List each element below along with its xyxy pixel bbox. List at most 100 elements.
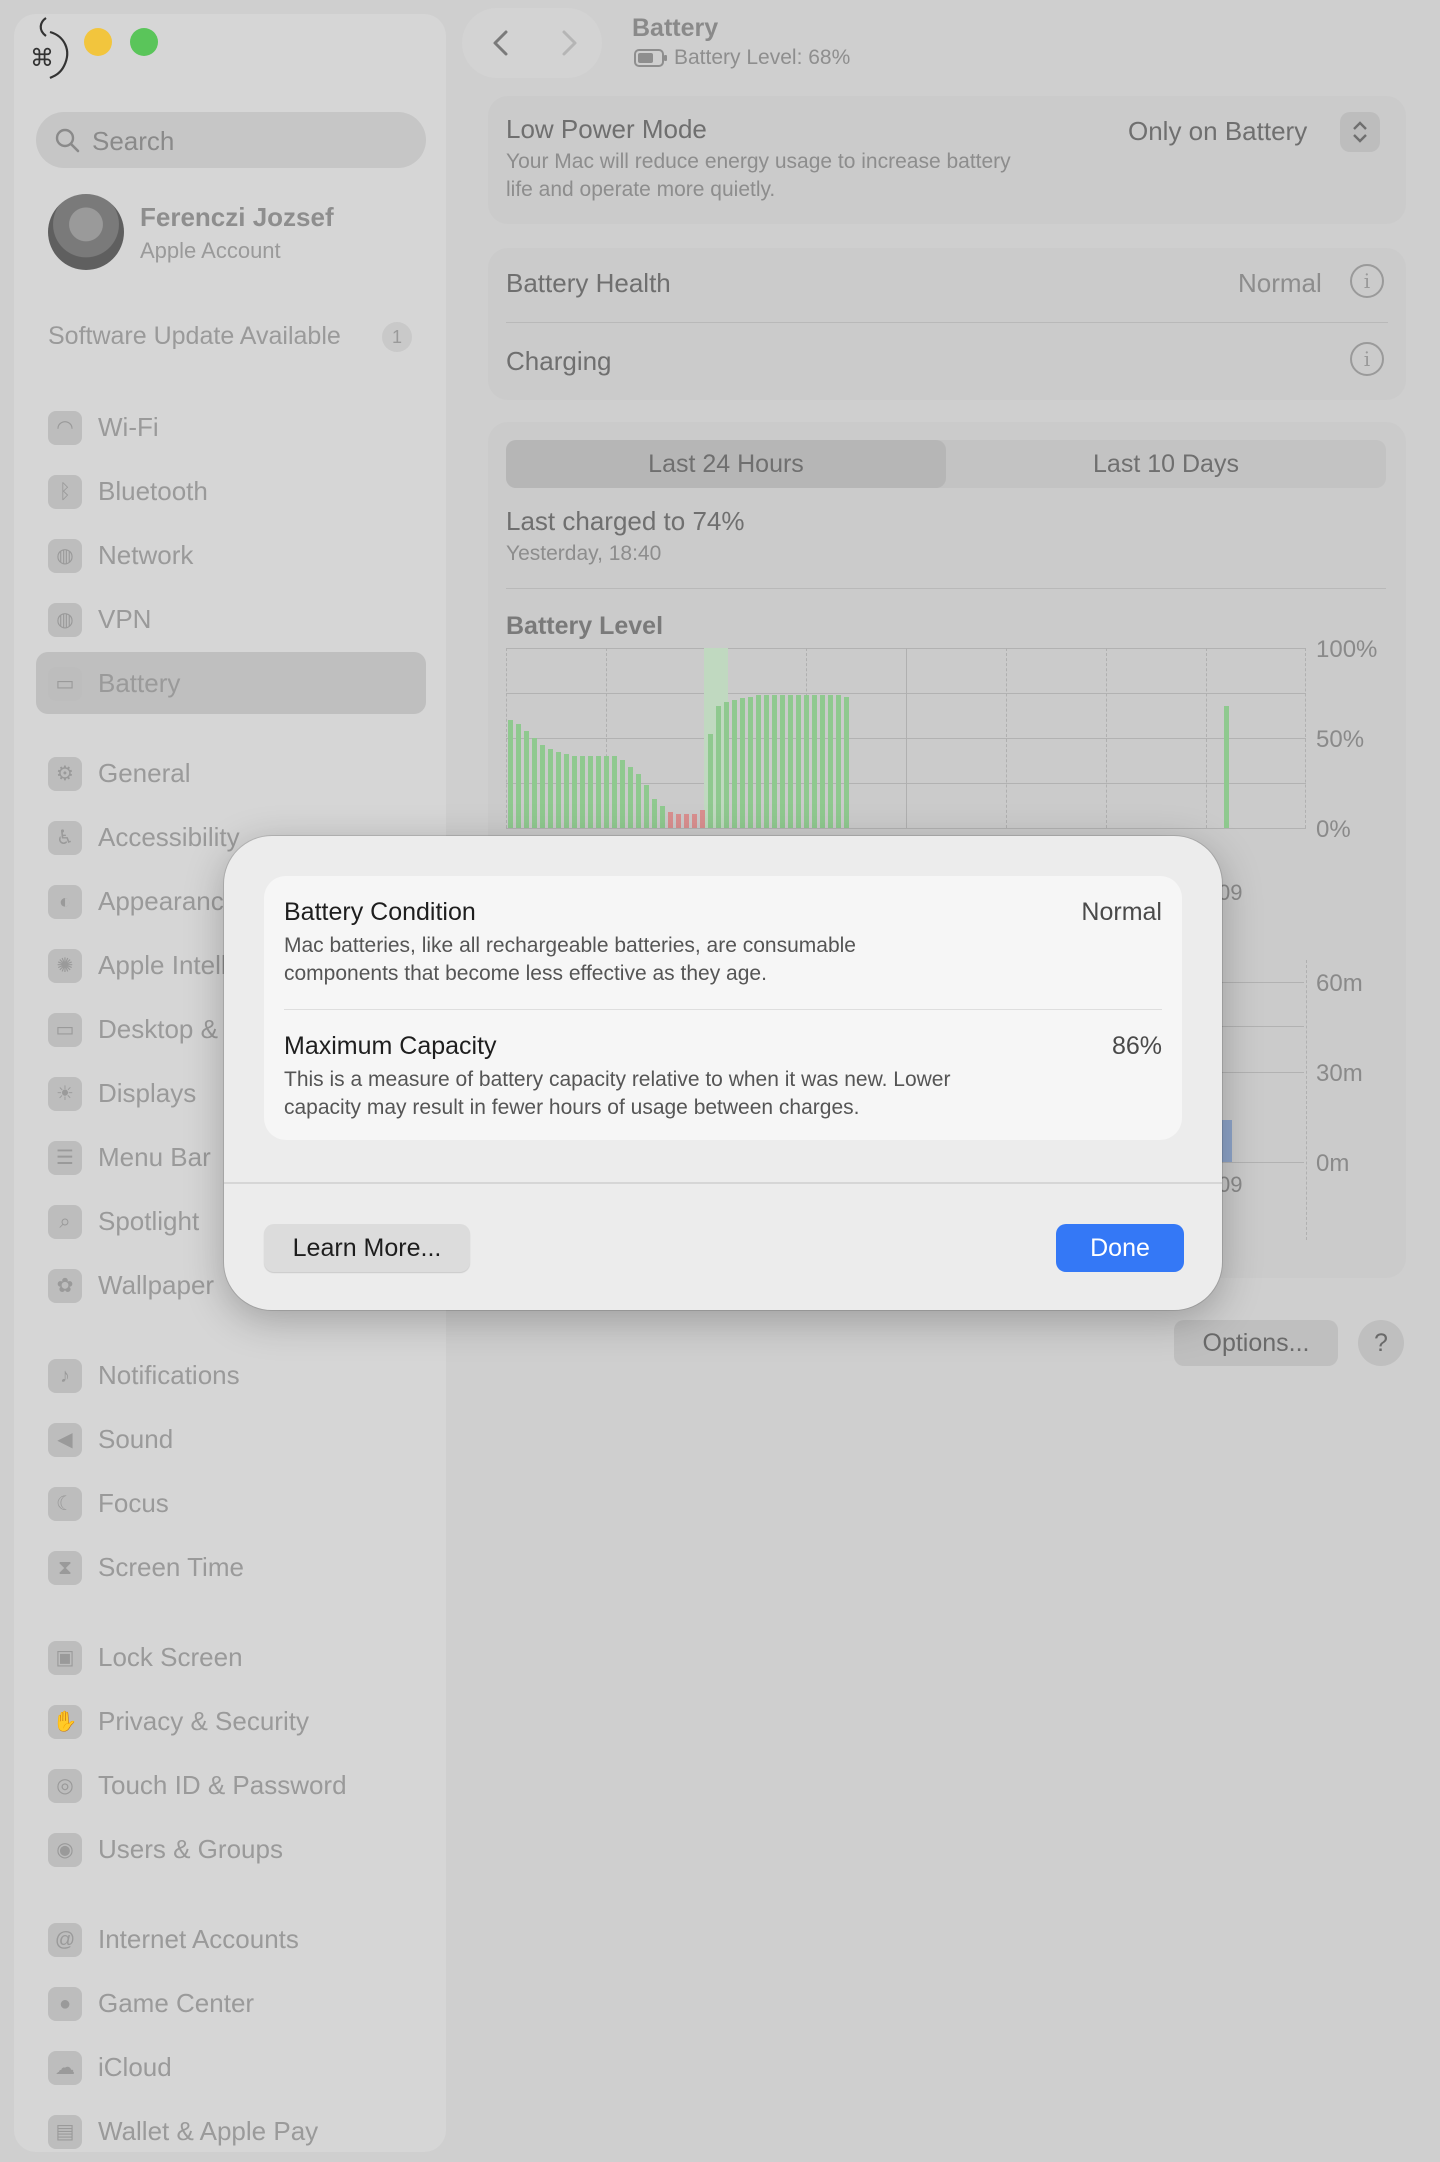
battery-level-bar — [652, 799, 657, 828]
battery-level-bar — [724, 702, 729, 828]
zoom-button[interactable] — [130, 28, 158, 56]
sidebar-item-game-center[interactable]: ● Game Center — [36, 1972, 426, 2034]
app-logo-icon: ⌘ — [30, 17, 69, 79]
page-title: Battery — [632, 14, 719, 42]
sidebar-item-label: Screen Time — [98, 1552, 244, 1582]
battery-level-bar — [1224, 706, 1229, 828]
battery-level-bar — [508, 720, 513, 828]
sidebar-item-lock-screen[interactable]: ▣ Lock Screen — [36, 1626, 426, 1688]
wallpaper-icon: ✿ — [48, 1269, 82, 1303]
gridline — [1006, 648, 1007, 828]
account-name[interactable]: Ferenczi Jozsef — [140, 202, 334, 233]
battery-level-bar — [636, 774, 641, 828]
sidebar-item-label: Menu Bar — [98, 1142, 211, 1172]
low-power-select[interactable]: Only on Battery — [1128, 116, 1307, 147]
battery-condition-desc-line2: components that become less effective as… — [284, 962, 767, 985]
sidebar-item-screen-time[interactable]: ⧗ Screen Time — [36, 1536, 426, 1598]
battery-level-bar — [620, 760, 625, 828]
sidebar-item-icloud[interactable]: ☁ iCloud — [36, 2036, 426, 2098]
gridline — [1222, 1072, 1304, 1073]
sidebar-item-battery[interactable]: ▭ Battery — [36, 652, 426, 714]
battery-level-bar — [612, 756, 617, 828]
gridline — [1222, 1026, 1304, 1027]
search-icon — [55, 128, 80, 153]
gridline — [1222, 982, 1304, 983]
sidebar-item-label: Lock Screen — [98, 1642, 243, 1672]
battery-level-bar — [828, 695, 833, 828]
forward-chevron-icon[interactable] — [554, 28, 584, 58]
sidebar-item-notifications[interactable]: ♪ Notifications — [36, 1344, 426, 1406]
usage-tick-label: 60m — [1316, 970, 1363, 997]
sidebar-item-vpn[interactable]: ◍ VPN — [36, 588, 426, 650]
search-field[interactable]: Search — [36, 112, 426, 168]
tab-last-10-days[interactable]: Last 10 Days — [946, 440, 1386, 488]
sidebar-item-label: Accessibility — [98, 822, 240, 852]
vpn-globe-icon: ◍ — [48, 603, 82, 637]
battery-condition-desc-line1: Mac batteries, like all rechargeable bat… — [284, 934, 856, 957]
charging-info-icon[interactable]: i — [1350, 342, 1384, 376]
battery-icon — [634, 49, 667, 67]
back-chevron-icon[interactable] — [486, 28, 516, 58]
sidebar-item-network[interactable]: ◍ Network — [36, 524, 426, 586]
game-center-icon: ● — [48, 1987, 82, 2021]
sidebar-item-label: Wallpaper — [98, 1270, 215, 1300]
divider — [284, 1009, 1162, 1010]
battery-level-bar — [740, 698, 745, 828]
sidebar-item-label: Focus — [98, 1488, 169, 1518]
sidebar-item-label: Touch ID & Password — [98, 1770, 347, 1800]
software-update-link[interactable]: Software Update Available — [48, 322, 341, 351]
battery-level-bar — [660, 806, 665, 828]
desktop-icon: ▭ — [48, 1013, 82, 1047]
learn-more-button[interactable]: Learn More... — [264, 1224, 470, 1272]
maximum-capacity-title: Maximum Capacity — [284, 1032, 497, 1060]
maximum-capacity-desc-line2: capacity may result in fewer hours of us… — [284, 1096, 860, 1119]
sidebar-item-touch-id-password[interactable]: ◎ Touch ID & Password — [36, 1754, 426, 1816]
sidebar-item-focus[interactable]: ☾ Focus — [36, 1472, 426, 1534]
battery-health-info-icon[interactable]: i — [1350, 264, 1384, 298]
sidebar-item-wi-fi[interactable]: ◠ Wi-Fi — [36, 396, 426, 458]
battery-level-bar — [772, 695, 777, 828]
charging-label: Charging — [506, 346, 612, 376]
options-button[interactable]: Options... — [1174, 1320, 1338, 1366]
sidebar-item-sound[interactable]: ◀ Sound — [36, 1408, 426, 1470]
battery-level-bar — [628, 767, 633, 828]
battery-condition-title: Battery Condition — [284, 898, 476, 926]
sidebar-item-users-groups[interactable]: ◉ Users & Groups — [36, 1818, 426, 1880]
sidebar-item-label: Game Center — [98, 1988, 255, 2018]
battery-level-bar — [692, 814, 697, 828]
battery-level-status: Battery Level: 68% — [674, 46, 851, 69]
help-button[interactable]: ? — [1358, 1320, 1404, 1366]
battery-level-bar — [732, 700, 737, 828]
wallet-icon: ▤ — [48, 2115, 82, 2149]
at-icon: @ — [48, 1923, 82, 1957]
gridline — [506, 648, 507, 828]
battery-level-bar — [516, 724, 521, 828]
nav-buttons — [462, 8, 602, 78]
sidebar-item-wallet-apple-pay[interactable]: ▤ Wallet & Apple Pay — [36, 2100, 426, 2162]
low-power-stepper[interactable] — [1340, 112, 1380, 152]
battery-condition-description: Mac batteries, like all rechargeable bat… — [284, 932, 1064, 988]
battery-level-bar — [748, 697, 753, 828]
sidebar-item-general[interactable]: ⚙ General — [36, 742, 426, 804]
sidebar-item-bluetooth[interactable]: ᛒ Bluetooth — [36, 460, 426, 522]
battery-level-bar — [708, 734, 713, 828]
done-button[interactable]: Done — [1056, 1224, 1184, 1272]
gear-icon: ⚙ — [48, 757, 82, 791]
sidebar-item-internet-accounts[interactable]: @ Internet Accounts — [36, 1908, 426, 1970]
tab-last-24-hours[interactable]: Last 24 Hours — [506, 440, 946, 488]
sidebar-item-label: Internet Accounts — [98, 1924, 299, 1954]
minimize-button[interactable] — [84, 28, 112, 56]
sidebar-item-label: Battery — [98, 668, 181, 698]
gridline — [1106, 648, 1107, 828]
avatar[interactable] — [48, 194, 124, 270]
sidebar-item-privacy-security[interactable]: ✋ Privacy & Security — [36, 1690, 426, 1752]
gridline — [1206, 648, 1207, 828]
gridline — [1306, 960, 1307, 1240]
gridline — [1222, 1162, 1304, 1163]
battery-level-bar — [716, 706, 721, 828]
battery-level-bar — [588, 756, 593, 828]
battery-icon: ▭ — [48, 667, 82, 701]
divider — [506, 322, 1388, 323]
gridline — [906, 648, 907, 828]
battery-level-bar — [836, 695, 841, 828]
